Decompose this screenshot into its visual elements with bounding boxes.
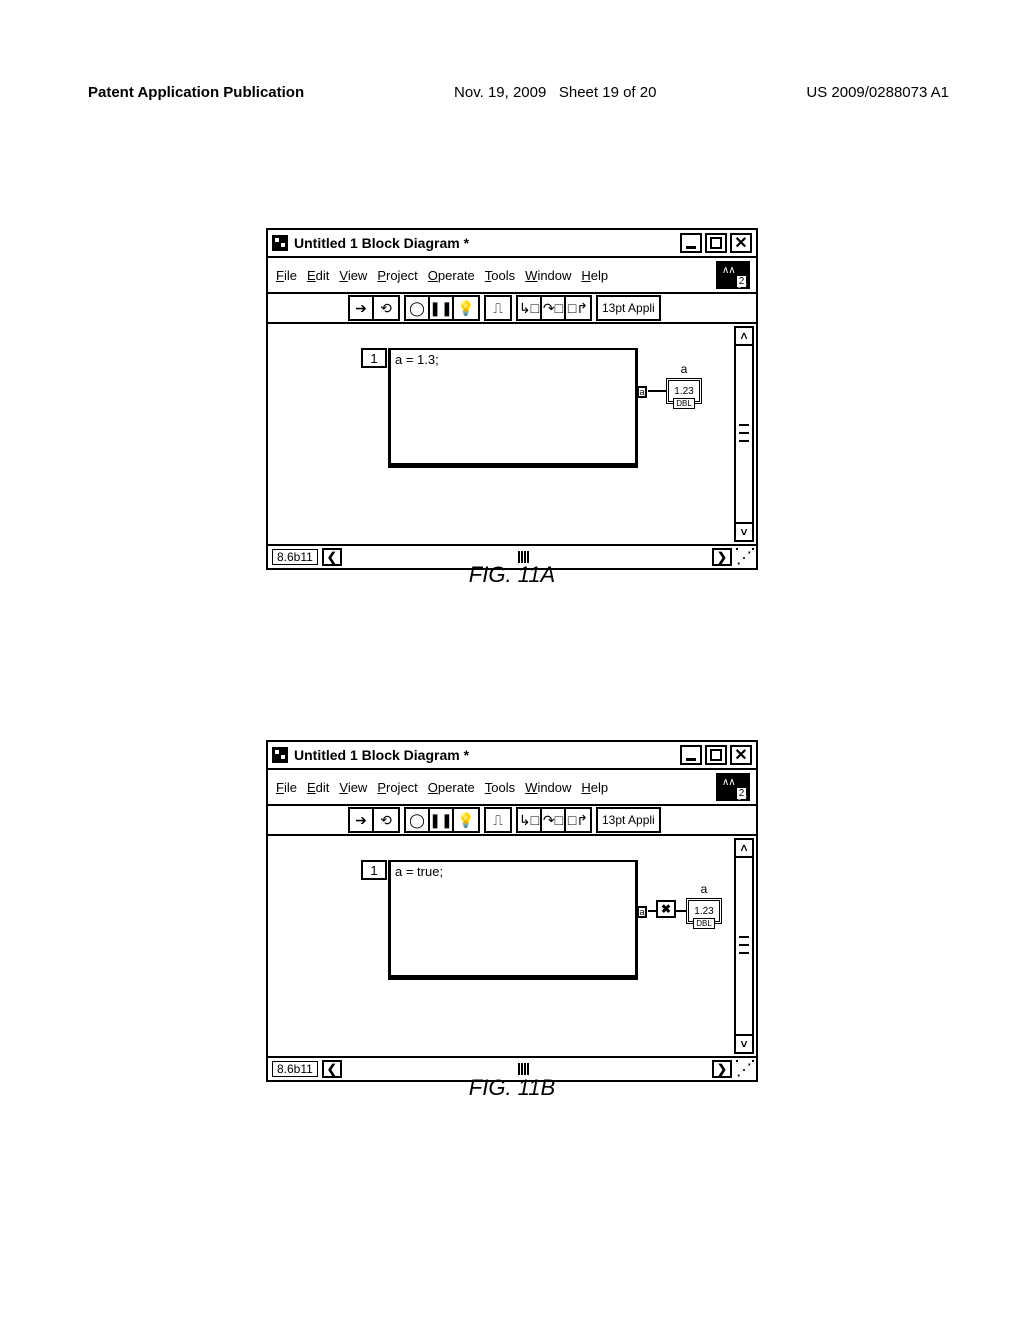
context-help-icon[interactable]: ∧∧ 2 bbox=[716, 773, 750, 801]
pause-button[interactable]: ❚❚ bbox=[430, 297, 454, 319]
minimize-button[interactable] bbox=[680, 233, 702, 253]
close-button[interactable]: ✕ bbox=[730, 745, 752, 765]
node-index: 1 bbox=[361, 348, 387, 368]
run-button[interactable]: ➔ bbox=[350, 297, 374, 319]
scroll-down-button[interactable]: ˅ bbox=[734, 1034, 754, 1054]
titlebar: Untitled 1 Block Diagram * ✕ bbox=[268, 742, 756, 770]
menu-operate[interactable]: Operate bbox=[428, 780, 475, 795]
maximize-button[interactable] bbox=[705, 233, 727, 253]
diagram-canvas[interactable]: 1 a = true; a ✖ a 1.23 DBL ˄ ˅ bbox=[268, 836, 756, 1056]
indicator-type: DBL bbox=[673, 398, 695, 409]
node-output-terminal[interactable]: a bbox=[637, 906, 647, 918]
titlebar: Untitled 1 Block Diagram * ✕ bbox=[268, 230, 756, 258]
app-icon bbox=[272, 235, 288, 251]
broken-type-icon: ✖ bbox=[656, 900, 676, 918]
highlight-exec-button[interactable]: 💡 bbox=[454, 809, 478, 831]
menu-view[interactable]: View bbox=[339, 780, 367, 795]
indicator[interactable]: a 1.23 DBL bbox=[666, 362, 702, 404]
menubar: File Edit View Project Operate Tools Win… bbox=[268, 258, 756, 294]
step-over-button[interactable]: ↷□ bbox=[542, 297, 566, 319]
menu-project[interactable]: Project bbox=[377, 268, 417, 283]
indicator[interactable]: a 1.23 DBL bbox=[686, 882, 722, 924]
scroll-up-button[interactable]: ˄ bbox=[734, 838, 754, 858]
scroll-up-button[interactable]: ˄ bbox=[734, 326, 754, 346]
formula-node[interactable]: 1 a = true; a bbox=[388, 860, 638, 980]
font-display[interactable]: 13pt Appli bbox=[596, 807, 661, 833]
menu-tools[interactable]: Tools bbox=[485, 780, 515, 795]
formula-node[interactable]: 1 a = 1.3; a bbox=[388, 348, 638, 468]
abort-button[interactable]: ◯ bbox=[406, 297, 430, 319]
retain-wires-button[interactable]: ⎍ bbox=[486, 809, 510, 831]
window-title: Untitled 1 Block Diagram * bbox=[294, 235, 680, 251]
node-code: a = true; bbox=[391, 862, 635, 881]
toolbar: ➔ ⟲ ◯ ❚❚ 💡 ⎍ ↳□ ↷□ □↱ 13pt Appli bbox=[268, 294, 756, 324]
menu-project[interactable]: Project bbox=[377, 780, 417, 795]
step-into-button[interactable]: ↳□ bbox=[518, 297, 542, 319]
node-output-terminal[interactable]: a bbox=[637, 386, 647, 398]
indicator-type: DBL bbox=[693, 918, 715, 929]
pause-button[interactable]: ❚❚ bbox=[430, 809, 454, 831]
abort-button[interactable]: ◯ bbox=[406, 809, 430, 831]
toolbar: ➔ ⟲ ◯ ❚❚ 💡 ⎍ ↳□ ↷□ □↱ 13pt Appli bbox=[268, 806, 756, 836]
step-out-button[interactable]: □↱ bbox=[566, 297, 590, 319]
scroll-track[interactable] bbox=[734, 346, 754, 522]
node-code: a = 1.3; bbox=[391, 350, 635, 369]
run-continuous-button[interactable]: ⟲ bbox=[374, 297, 398, 319]
window-fig-a: Untitled 1 Block Diagram * ✕ File Edit V… bbox=[266, 228, 758, 570]
indicator-box: 1.23 DBL bbox=[666, 378, 702, 404]
maximize-button[interactable] bbox=[705, 745, 727, 765]
font-display[interactable]: 13pt Appli bbox=[596, 295, 661, 321]
window-title: Untitled 1 Block Diagram * bbox=[294, 747, 680, 763]
page-header: Patent Application Publication Nov. 19, … bbox=[88, 84, 949, 101]
run-button[interactable]: ➔ bbox=[350, 809, 374, 831]
vertical-scrollbar[interactable]: ˄ ˅ bbox=[734, 326, 754, 542]
menu-file[interactable]: File bbox=[276, 780, 297, 795]
retain-wires-button[interactable]: ⎍ bbox=[486, 297, 510, 319]
step-out-button[interactable]: □↱ bbox=[566, 809, 590, 831]
figure-a-label: FIG. 11A bbox=[0, 562, 1024, 588]
publication-date: Nov. 19, 2009 Sheet 19 of 20 bbox=[454, 84, 656, 101]
menu-edit[interactable]: Edit bbox=[307, 268, 329, 283]
window-fig-b: Untitled 1 Block Diagram * ✕ File Edit V… bbox=[266, 740, 758, 1082]
indicator-box: 1.23 DBL bbox=[686, 898, 722, 924]
step-into-button[interactable]: ↳□ bbox=[518, 809, 542, 831]
context-help-icon[interactable]: ∧∧ 2 bbox=[716, 261, 750, 289]
indicator-label: a bbox=[686, 882, 722, 896]
wire bbox=[648, 390, 666, 392]
app-icon bbox=[272, 747, 288, 763]
scroll-track[interactable] bbox=[734, 858, 754, 1034]
run-continuous-button[interactable]: ⟲ bbox=[374, 809, 398, 831]
indicator-label: a bbox=[666, 362, 702, 376]
step-over-button[interactable]: ↷□ bbox=[542, 809, 566, 831]
highlight-exec-button[interactable]: 💡 bbox=[454, 297, 478, 319]
vertical-scrollbar[interactable]: ˄ ˅ bbox=[734, 838, 754, 1054]
diagram-canvas[interactable]: 1 a = 1.3; a a 1.23 DBL ˄ ˅ bbox=[268, 324, 756, 544]
publication-label: Patent Application Publication bbox=[88, 84, 304, 101]
menu-file[interactable]: File bbox=[276, 268, 297, 283]
minimize-button[interactable] bbox=[680, 745, 702, 765]
scroll-down-button[interactable]: ˅ bbox=[734, 522, 754, 542]
menu-view[interactable]: View bbox=[339, 268, 367, 283]
menubar: File Edit View Project Operate Tools Win… bbox=[268, 770, 756, 806]
wire bbox=[676, 910, 686, 912]
menu-help[interactable]: Help bbox=[581, 268, 608, 283]
close-button[interactable]: ✕ bbox=[730, 233, 752, 253]
menu-operate[interactable]: Operate bbox=[428, 268, 475, 283]
menu-edit[interactable]: Edit bbox=[307, 780, 329, 795]
menu-help[interactable]: Help bbox=[581, 780, 608, 795]
menu-window[interactable]: Window bbox=[525, 780, 571, 795]
node-index: 1 bbox=[361, 860, 387, 880]
wire bbox=[648, 910, 656, 912]
menu-window[interactable]: Window bbox=[525, 268, 571, 283]
publication-number: US 2009/0288073 A1 bbox=[806, 84, 949, 101]
menu-tools[interactable]: Tools bbox=[485, 268, 515, 283]
figure-b-label: FIG. 11B bbox=[0, 1075, 1024, 1101]
